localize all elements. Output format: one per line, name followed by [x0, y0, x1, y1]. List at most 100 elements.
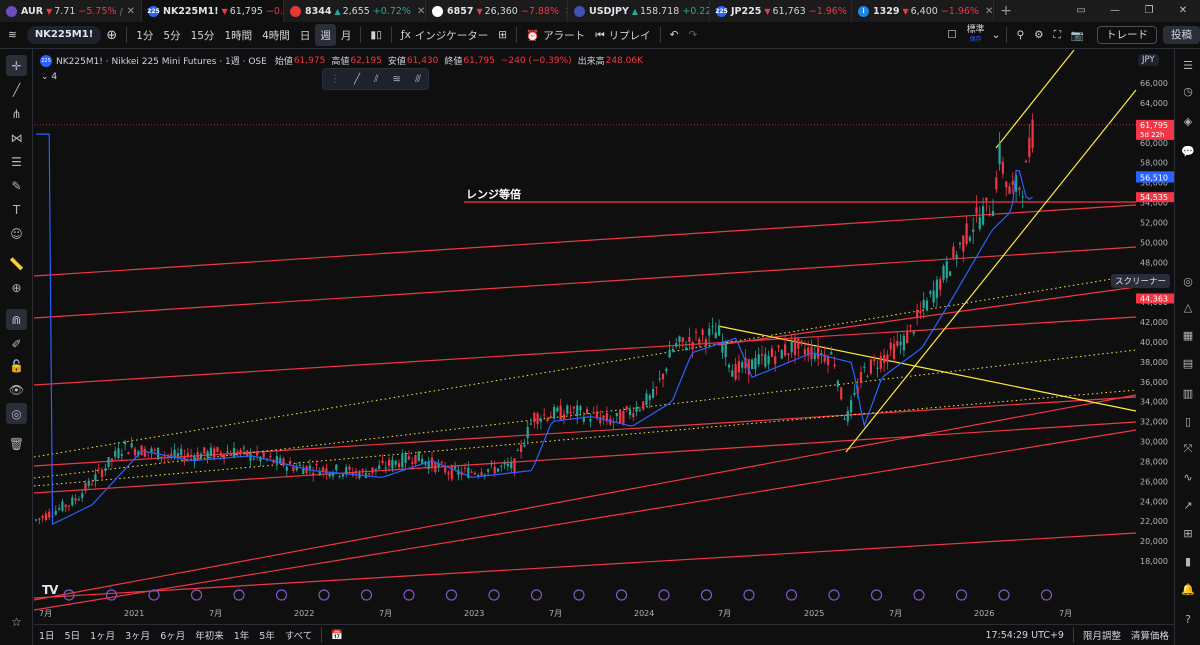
browser-tab[interactable]: AUR▼7.71−5.75%/ 標準✕: [0, 0, 142, 22]
browser-tab[interactable]: 6857▼26,360−7.88%/ 標✕: [426, 0, 568, 22]
lock-icon[interactable]: 🔓: [6, 355, 27, 376]
line-tool-icon[interactable]: ╱: [354, 74, 360, 85]
undo-icon[interactable]: ↶: [665, 24, 684, 46]
lock-drawing-icon[interactable]: ✐: [6, 333, 27, 354]
currency-selector[interactable]: JPY: [1138, 54, 1159, 66]
interval-1[interactable]: 5分: [158, 24, 185, 46]
date-range-icon[interactable]: 📅: [326, 630, 348, 641]
interval-2[interactable]: 15分: [186, 24, 220, 46]
interval-7[interactable]: 月: [336, 24, 357, 46]
drag-handle-icon[interactable]: ⋮: [330, 74, 340, 85]
browser-tab[interactable]: i1329▼6,400−1.96%/ 比較✕: [852, 0, 994, 22]
bar-icon[interactable]: ▮: [1178, 551, 1198, 571]
range-annotation[interactable]: レンジ等倍: [466, 186, 521, 202]
indicators-button[interactable]: ƒx インジケーター: [396, 24, 493, 46]
browser-tab[interactable]: 225NK225M1!▼61,795−0.39%✕: [142, 0, 284, 22]
interval-0[interactable]: 1分: [131, 24, 158, 46]
parallel-tool-icon[interactable]: ≋: [393, 74, 401, 85]
eye-icon[interactable]: 👁: [6, 379, 27, 400]
redo-icon[interactable]: ↷: [683, 24, 702, 46]
interval-5[interactable]: 日: [295, 24, 316, 46]
range-4[interactable]: 6ヶ月: [155, 628, 190, 642]
alerts-clock-icon[interactable]: ◷: [1178, 81, 1198, 101]
news-icon[interactable]: ▤: [1178, 353, 1198, 373]
calculator-icon[interactable]: ▥: [1178, 383, 1198, 403]
triangle-icon[interactable]: △: [1178, 297, 1198, 317]
range-0[interactable]: 1日: [34, 628, 60, 642]
pattern-icon[interactable]: ⋈: [6, 127, 27, 148]
post-button[interactable]: 投稿: [1163, 26, 1200, 44]
session-button[interactable]: 限月調整: [1078, 628, 1126, 642]
ruler-icon[interactable]: 📏: [6, 253, 27, 274]
close-tab-icon[interactable]: ✕: [127, 6, 135, 17]
book-icon[interactable]: ▯: [1178, 411, 1198, 431]
price-chart[interactable]: 66,00064,00062,00060,00058,00056,00054,0…: [34, 50, 1174, 624]
watchlist-icon[interactable]: ☰: [1178, 55, 1198, 75]
pitchfork-icon[interactable]: ⋔: [6, 103, 27, 124]
chat-icon[interactable]: 💬: [1178, 141, 1198, 161]
interval-6[interactable]: 週: [315, 24, 336, 46]
trend-line-icon[interactable]: ╱: [6, 79, 27, 100]
interval-4[interactable]: 4時間: [257, 24, 295, 46]
layout-dropdown-icon[interactable]: ⌄: [990, 24, 1003, 46]
range-3[interactable]: 3ヶ月: [120, 628, 155, 642]
layers-icon[interactable]: ◈: [1178, 111, 1198, 131]
restore-icon[interactable]: ❐: [1132, 0, 1166, 22]
browser-tab[interactable]: 225JP225▼61,763−1.96%✕: [710, 0, 852, 22]
emoji-icon[interactable]: ☺: [6, 223, 27, 244]
candle-type-icon[interactable]: ▮▯: [365, 24, 387, 46]
fib-icon[interactable]: ☰: [6, 151, 27, 172]
indicator-count[interactable]: ⌄ 4: [41, 72, 57, 82]
fullscreen-icon[interactable]: ⛶: [1049, 24, 1066, 46]
trade-button[interactable]: トレード: [1097, 26, 1157, 44]
minimize-icon[interactable]: —: [1098, 0, 1132, 22]
trash-icon[interactable]: 🗑: [6, 433, 27, 454]
range-8[interactable]: すべて: [280, 628, 317, 642]
close-tab-icon[interactable]: ✕: [417, 6, 425, 17]
magnet-icon[interactable]: ⋒: [6, 309, 27, 330]
range-7[interactable]: 5年: [254, 628, 280, 642]
range-5[interactable]: 年初来: [190, 628, 229, 642]
range-2[interactable]: 1ヶ月: [85, 628, 120, 642]
settings-icon[interactable]: ⚙: [1029, 24, 1048, 46]
range-1[interactable]: 5日: [60, 628, 86, 642]
new-tab-button[interactable]: +: [994, 0, 1018, 22]
crosshair-icon[interactable]: ✛: [6, 55, 27, 76]
close-window-icon[interactable]: ✕: [1166, 0, 1200, 22]
favorites-icon[interactable]: ☆: [6, 611, 27, 632]
bell-icon[interactable]: 🔔: [1178, 579, 1198, 599]
camera-icon[interactable]: 📷: [1066, 24, 1089, 46]
close-tab-icon[interactable]: ✕: [985, 6, 993, 17]
range-6[interactable]: 1年: [229, 628, 255, 642]
legend-title[interactable]: NK225M1! · Nikkei 225 Mini Futures · 1週 …: [56, 54, 267, 67]
help-icon[interactable]: ?: [1178, 609, 1198, 629]
zoom-icon[interactable]: ⊕: [6, 277, 27, 298]
interval-3[interactable]: 1時間: [219, 24, 257, 46]
channel-tool-icon[interactable]: ⫽: [374, 74, 378, 85]
brush-icon[interactable]: ✎: [6, 175, 27, 196]
candle-body: [694, 331, 698, 333]
browser-tab[interactable]: USDJPY▲158.718+0.22%✕: [568, 0, 710, 22]
clock[interactable]: 17:54:29 UTC+9: [980, 630, 1069, 641]
fib-channel-icon[interactable]: ⫻: [415, 74, 421, 85]
settle-button[interactable]: 清算価格: [1126, 628, 1174, 642]
alert-button[interactable]: ⏰ アラート: [521, 24, 590, 46]
tab-search-icon[interactable]: ▭: [1064, 0, 1098, 22]
add-symbol-icon[interactable]: ⊕: [101, 24, 122, 46]
cross-arrows-icon[interactable]: ⤧: [1178, 439, 1198, 459]
layout-menu[interactable]: 標準 保存: [962, 24, 990, 46]
globe-icon[interactable]: ◎: [6, 403, 27, 424]
pulse-icon[interactable]: ∿: [1178, 467, 1198, 487]
calendar-icon[interactable]: ▦: [1178, 325, 1198, 345]
replay-button[interactable]: ⏮ リプレイ: [590, 24, 655, 46]
quick-search-icon[interactable]: ⚲: [1011, 24, 1029, 46]
trend-icon[interactable]: ↗: [1178, 495, 1198, 515]
symbol-search-button[interactable]: NK225M1!: [26, 26, 102, 44]
screener-icon[interactable]: ◎: [1178, 271, 1198, 291]
layout-checkbox-icon[interactable]: ☐: [942, 24, 961, 46]
menu-icon[interactable]: ≋: [0, 24, 21, 46]
grid-icon[interactable]: ⊞: [1178, 523, 1198, 543]
text-icon[interactable]: T: [6, 199, 27, 220]
browser-tab[interactable]: 8344▲2,655+0.72%/ 標準✕: [284, 0, 426, 22]
layout-grid-icon[interactable]: ⊞: [493, 24, 512, 46]
